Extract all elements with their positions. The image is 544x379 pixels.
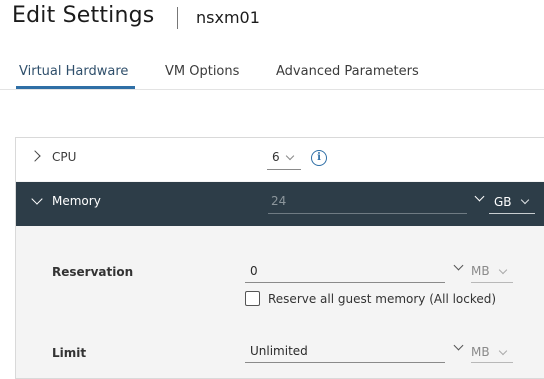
chevron-down-icon <box>285 151 295 161</box>
cpu-count-value: 6 <box>272 150 280 164</box>
tabs-divider <box>0 89 544 90</box>
vm-name: nsxm01 <box>196 8 260 27</box>
reservation-unit-value: MB <box>471 264 490 278</box>
title-divider <box>177 7 178 29</box>
limit-input[interactable]: Unlimited <box>245 342 445 363</box>
memory-size-input[interactable]: 24 <box>268 193 467 214</box>
limit-unit-select[interactable]: MB <box>471 342 513 363</box>
chevron-down-icon <box>498 346 508 356</box>
chevron-down-icon <box>498 265 508 275</box>
memory-size-value: 24 <box>271 194 287 208</box>
memory-label: Memory <box>52 194 101 208</box>
reserve-all-checkbox[interactable] <box>245 291 260 306</box>
tab-virtual-hardware[interactable]: Virtual Hardware <box>19 64 128 79</box>
info-icon[interactable]: i <box>311 150 327 166</box>
reservation-unit-select[interactable]: MB <box>471 262 513 283</box>
cpu-count-select[interactable]: 6 <box>267 147 301 170</box>
memory-unit-value: GB <box>494 195 512 209</box>
page-title: Edit Settings <box>12 3 155 28</box>
limit-label: Limit <box>52 346 87 360</box>
reservation-input[interactable]: 0 <box>245 262 445 283</box>
reservation-value: 0 <box>250 264 258 278</box>
active-tab-indicator <box>16 86 135 89</box>
reservation-label: Reservation <box>52 265 134 279</box>
tab-vm-options[interactable]: VM Options <box>165 64 239 79</box>
cpu-label: CPU <box>52 150 77 164</box>
limit-unit-value: MB <box>471 345 490 359</box>
limit-value: Unlimited <box>250 344 308 358</box>
reserve-all-label[interactable]: Reserve all guest memory (All locked) <box>268 292 496 306</box>
tab-advanced-parameters[interactable]: Advanced Parameters <box>276 64 419 79</box>
